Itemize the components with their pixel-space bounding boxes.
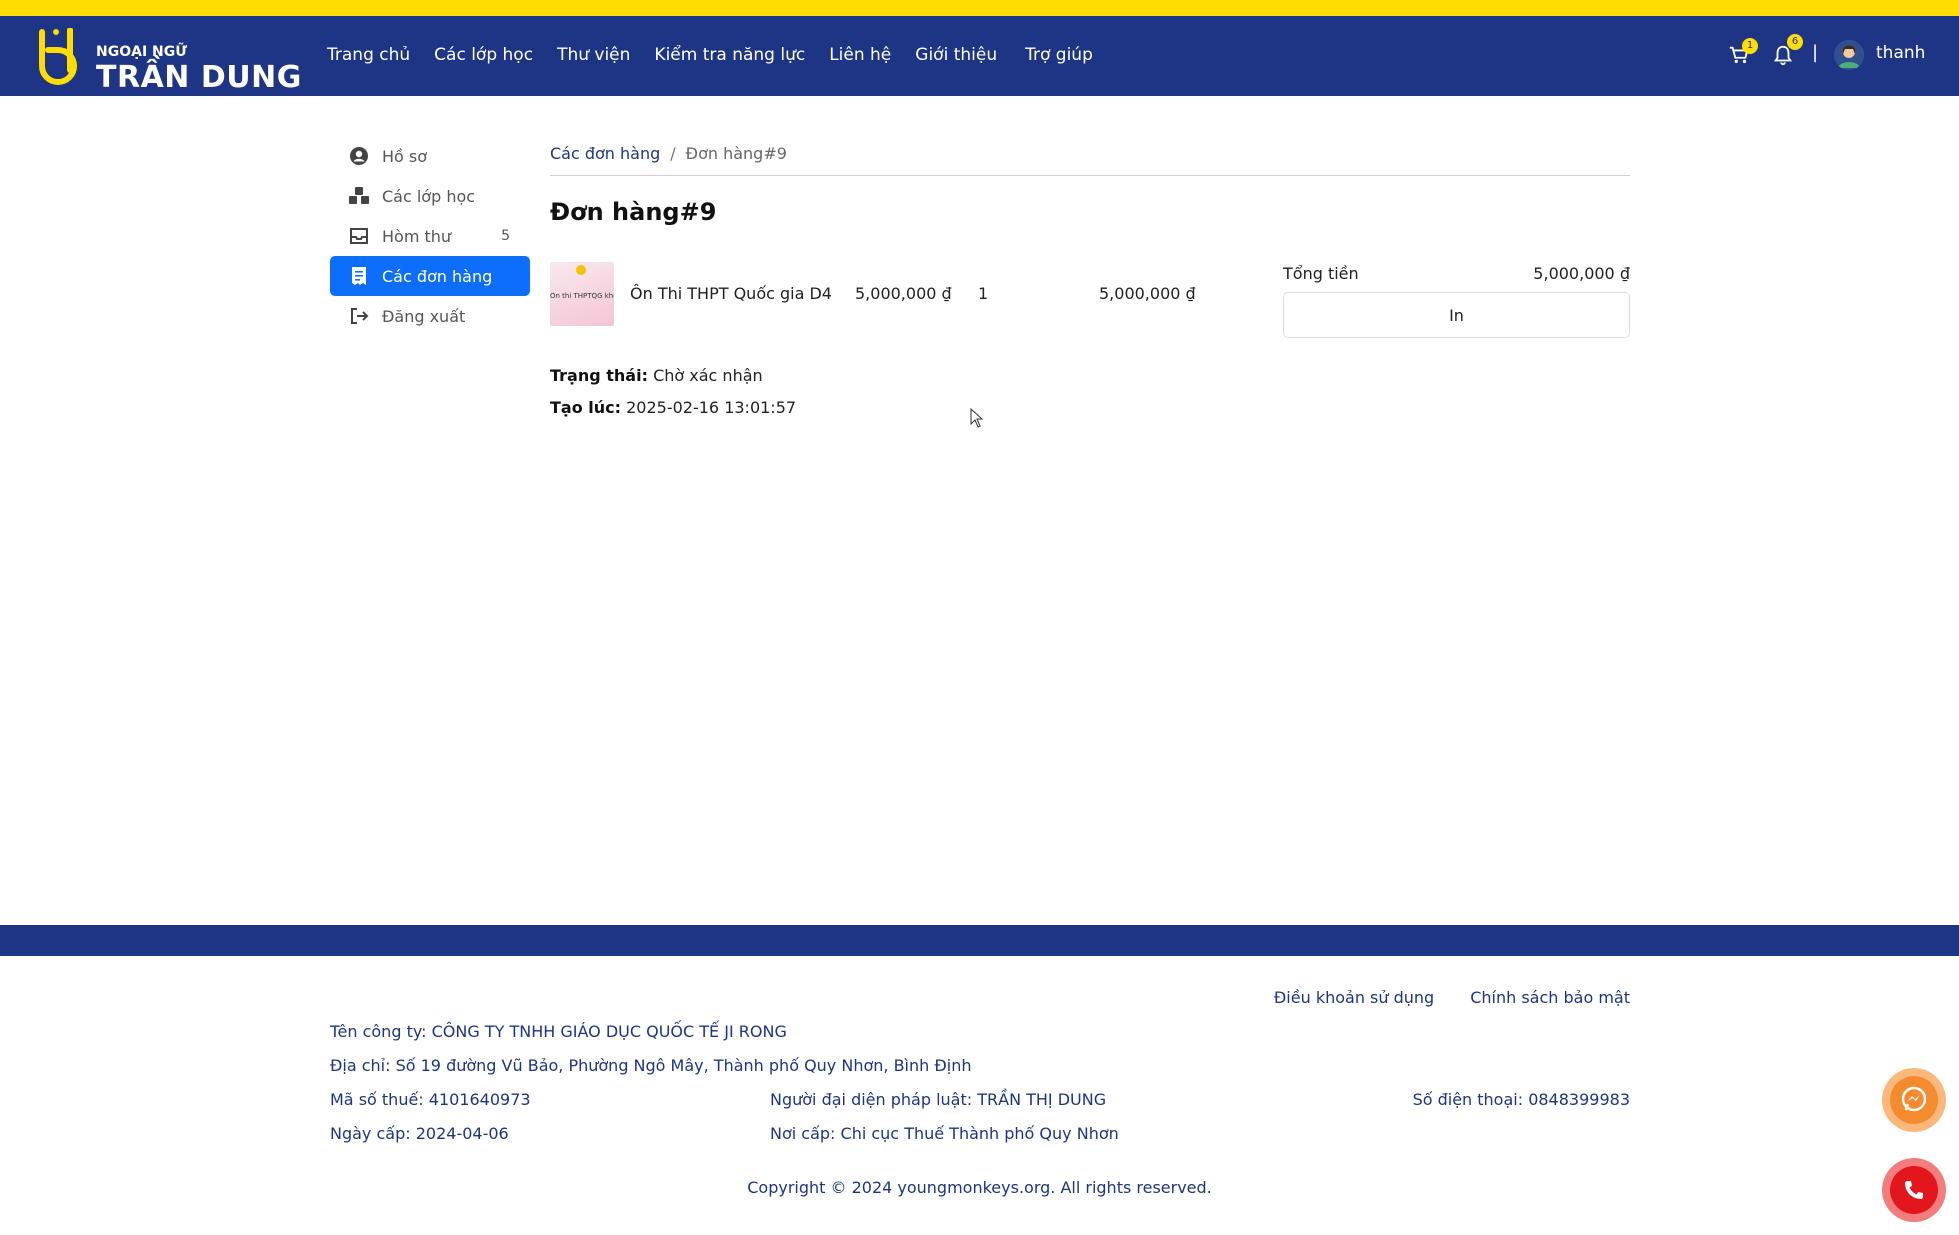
site-header: NGOẠI NGỮ TRẦN DUNG Trang chủ Các lớp họ… bbox=[0, 16, 1959, 96]
sidebar-item-orders[interactable]: Các đơn hàng bbox=[330, 256, 530, 296]
product-price: 5,000,000 ₫ bbox=[855, 284, 952, 303]
site-footer: Điều khoản sử dụng Chính sách bảo mật Tê… bbox=[0, 956, 1959, 1235]
terms-link[interactable]: Điều khoản sử dụng bbox=[1274, 988, 1434, 1007]
notification-count-badge: 6 bbox=[1787, 34, 1803, 50]
sign-out-icon bbox=[348, 305, 370, 327]
sidebar-item-label: Hòm thư bbox=[382, 226, 452, 246]
sidebar-item-classes[interactable]: Các lớp học bbox=[330, 176, 530, 216]
sidebar-item-inbox[interactable]: Hòm thư 5 bbox=[330, 216, 530, 256]
product-subtotal: 5,000,000 ₫ bbox=[1099, 284, 1196, 303]
username[interactable]: thanh bbox=[1876, 43, 1925, 63]
main-nav: Trang chủ Các lớp học Thư viện Kiểm tra … bbox=[327, 45, 1117, 65]
total-label: Tổng tiền bbox=[1283, 264, 1359, 283]
sidebar-item-label: Hồ sơ bbox=[382, 146, 428, 166]
print-button[interactable]: In bbox=[1283, 292, 1630, 338]
logo-mark-icon bbox=[39, 28, 77, 85]
privacy-link[interactable]: Chính sách bảo mật bbox=[1470, 988, 1630, 1007]
inbox-icon bbox=[348, 225, 370, 247]
order-detail: Các đơn hàng / Đơn hàng#9 Đơn hàng#9 Ôn … bbox=[550, 136, 1630, 417]
sidebar-item-label: Đăng xuất bbox=[382, 306, 466, 326]
messenger-icon bbox=[1901, 1086, 1927, 1112]
nav-contact[interactable]: Liên hệ bbox=[829, 45, 891, 65]
sidebar-item-profile[interactable]: Hồ sơ bbox=[330, 136, 530, 176]
top-accent-strip bbox=[0, 0, 1959, 16]
sidebar-item-label: Các đơn hàng bbox=[382, 266, 493, 286]
issue-place: Nơi cấp: Chi cục Thuế Thành phố Quy Nhơn bbox=[770, 1124, 1119, 1143]
footer-links: Điều khoản sử dụng Chính sách bảo mật bbox=[1274, 988, 1630, 1007]
nav-classes[interactable]: Các lớp học bbox=[434, 45, 533, 65]
user-avatar-icon bbox=[1834, 40, 1864, 70]
sidebar-item-logout[interactable]: Đăng xuất bbox=[330, 296, 530, 336]
status-value: Chờ xác nhận bbox=[653, 366, 763, 385]
product-thumbnail[interactable]: Ôn thi THPTQG khối D bbox=[550, 262, 614, 326]
tax-code: Mã số thuế: 4101640973 bbox=[330, 1090, 531, 1109]
nav-about[interactable]: Giới thiệu bbox=[915, 45, 997, 65]
messenger-inner bbox=[1890, 1076, 1938, 1124]
sidebar-item-label: Các lớp học bbox=[382, 186, 476, 206]
breadcrumb: Các đơn hàng / Đơn hàng#9 bbox=[550, 136, 1630, 176]
footer-band bbox=[0, 925, 1959, 956]
breadcrumb-current: Đơn hàng#9 bbox=[685, 144, 787, 163]
receipt-icon bbox=[348, 265, 370, 287]
page-title: Đơn hàng#9 bbox=[550, 198, 717, 226]
header-separator: | bbox=[1812, 42, 1819, 63]
phone-icon bbox=[1905, 1181, 1923, 1199]
product-quantity: 1 bbox=[978, 284, 989, 303]
legal-representative: Người đại diện pháp luật: TRẦN THỊ DUNG bbox=[770, 1090, 1107, 1109]
order-item-row: Ôn thi THPTQG khối D Ôn Thi THPT Quốc gi… bbox=[550, 262, 1270, 328]
site-logo[interactable]: NGOẠI NGỮ TRẦN DUNG bbox=[34, 26, 301, 95]
status-label: Trạng thái: bbox=[550, 366, 648, 385]
mouse-cursor-icon bbox=[970, 408, 984, 428]
nav-help[interactable]: Trợ giúp bbox=[1025, 45, 1093, 65]
product-name[interactable]: Ôn Thi THPT Quốc gia D4 bbox=[630, 284, 832, 303]
cart-count-badge: 1 bbox=[1742, 38, 1758, 54]
issue-date: Ngày cấp: 2024-04-06 bbox=[330, 1124, 509, 1143]
messenger-button[interactable] bbox=[1882, 1068, 1946, 1132]
breadcrumb-separator: / bbox=[670, 144, 676, 163]
copyright: Copyright © 2024 youngmonkeys.org. All r… bbox=[747, 1178, 1212, 1197]
company-address: Địa chỉ: Số 19 đường Vũ Bảo, Phường Ngô … bbox=[330, 1056, 972, 1075]
created-line: Tạo lúc: 2025-02-16 13:01:57 bbox=[550, 392, 796, 424]
inbox-count: 5 bbox=[501, 228, 510, 244]
order-meta: Trạng thái: Chờ xác nhận Tạo lúc: 2025-0… bbox=[550, 360, 796, 424]
thumbnail-sun-icon bbox=[576, 265, 586, 275]
phone-number[interactable]: Số điện thoại: 0848399983 bbox=[1413, 1090, 1630, 1109]
company-name: Tên công ty: CÔNG TY TNHH GIÁO DỤC QUỐC … bbox=[330, 1022, 787, 1041]
avatar[interactable] bbox=[1834, 40, 1864, 70]
call-button[interactable] bbox=[1882, 1158, 1946, 1222]
status-line: Trạng thái: Chờ xác nhận bbox=[550, 360, 796, 392]
logo-line-1: NGOẠI NGỮ bbox=[96, 44, 187, 60]
account-sidebar: Hồ sơ Các lớp học Hòm thư 5 Các đơn hàng… bbox=[330, 136, 530, 336]
nav-assessment[interactable]: Kiểm tra năng lực bbox=[654, 45, 805, 65]
nav-home[interactable]: Trang chủ bbox=[327, 45, 410, 65]
created-label: Tạo lúc: bbox=[550, 398, 622, 417]
cubes-icon bbox=[348, 185, 370, 207]
created-value: 2025-02-16 13:01:57 bbox=[626, 398, 797, 417]
nav-library[interactable]: Thư viện bbox=[557, 45, 630, 65]
call-inner bbox=[1890, 1166, 1938, 1214]
thumbnail-text: Ôn thi THPTQG khối D bbox=[550, 292, 614, 300]
breadcrumb-orders-link[interactable]: Các đơn hàng bbox=[550, 144, 660, 163]
total-value: 5,000,000 ₫ bbox=[1533, 264, 1630, 283]
user-circle-icon bbox=[348, 145, 370, 167]
logo-line-2: TRẦN DUNG bbox=[96, 60, 302, 95]
